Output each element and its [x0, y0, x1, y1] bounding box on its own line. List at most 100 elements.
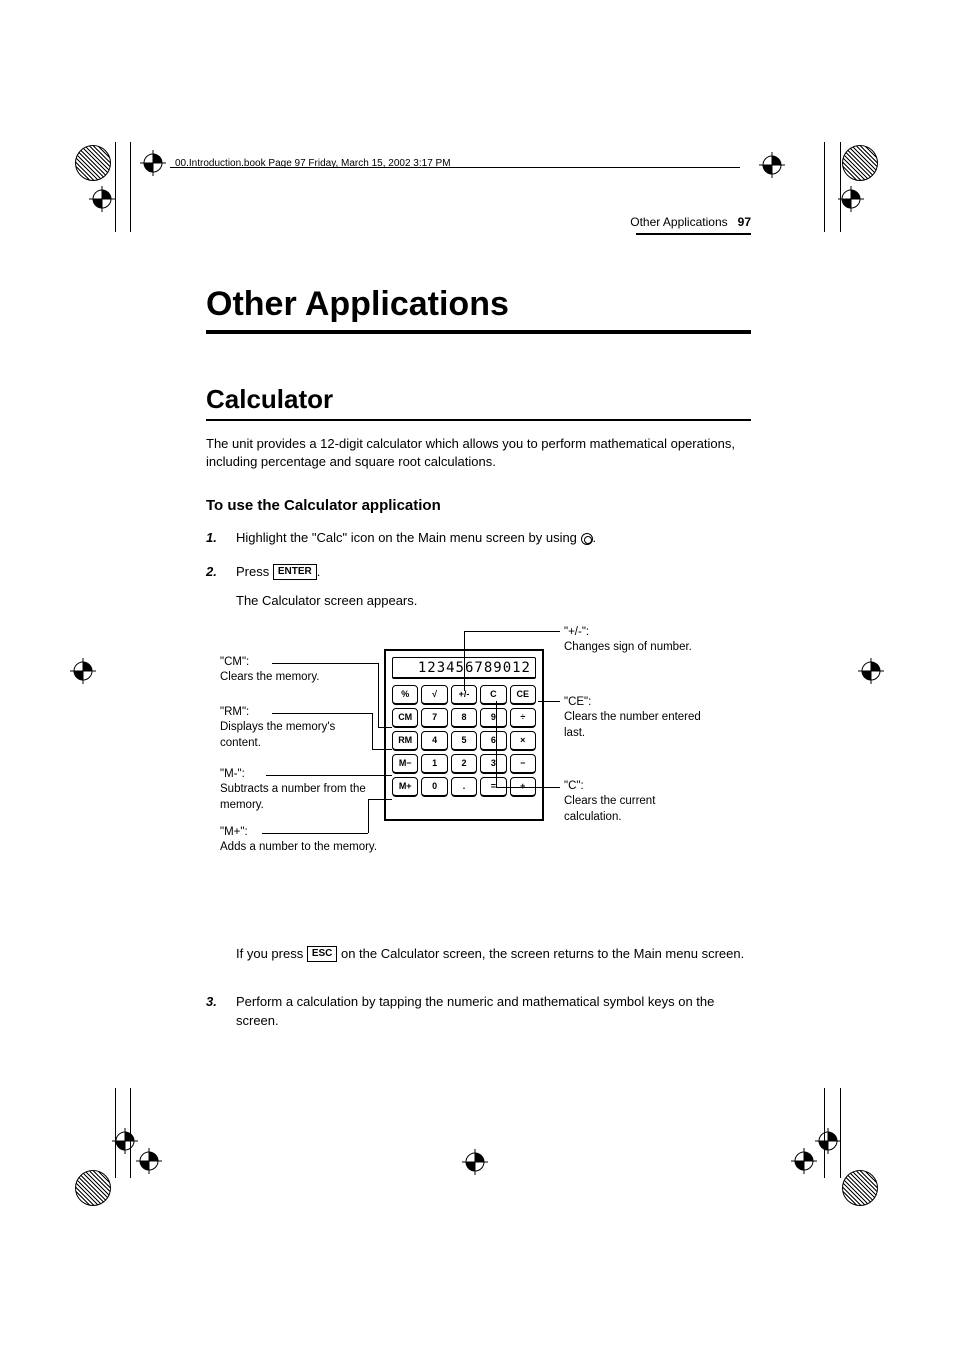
crop-rail: [824, 142, 825, 232]
step-1-text-pre: Highlight the "Calc" icon on the Main me…: [236, 530, 581, 545]
running-head: Other Applications 97: [206, 215, 751, 229]
registration-hatch-icon: [75, 145, 111, 181]
leader-line: [266, 775, 392, 776]
callout-title: "CE":: [564, 695, 714, 711]
callout-desc: Clears the current calculation.: [564, 794, 714, 825]
calc-key: CE: [510, 685, 536, 705]
callout-mplus: "M+": Adds a number to the memory.: [220, 825, 390, 856]
calc-key: 3: [480, 754, 506, 774]
crop-header-text: 00.Introduction.book Page 97 Friday, Mar…: [175, 158, 451, 169]
calc-key: =: [480, 777, 506, 797]
section-title: Calculator: [206, 384, 751, 415]
step-number: 1.: [206, 528, 222, 548]
step-1-text-post: .: [593, 530, 597, 545]
esc-keycap-icon: ESC: [307, 946, 338, 962]
registration-mark-icon: [815, 1128, 841, 1154]
calc-key: ÷: [510, 708, 536, 728]
step-2-text-post: .: [317, 564, 321, 579]
callout-title: "C":: [564, 779, 714, 795]
calc-key: 7: [421, 708, 447, 728]
callout-desc: Clears the number entered last.: [564, 710, 714, 741]
step-2-text-pre: Press: [236, 564, 273, 579]
callout-desc: Displays the memory's content.: [220, 720, 378, 751]
calc-key: C: [480, 685, 506, 705]
callout-desc: Clears the memory.: [220, 670, 378, 686]
step-number: 3.: [206, 992, 222, 1031]
chapter-rule: [206, 330, 751, 334]
calculator-screen: 123456789012 %√+/-CCE CM789÷ RM456× M−123− M…: [384, 649, 544, 821]
calc-key: 8: [451, 708, 477, 728]
leader-line: [262, 833, 368, 834]
running-head-rule: [636, 233, 751, 235]
callout-c: "C": Clears the current calculation.: [564, 779, 714, 826]
calc-key: 0: [421, 777, 447, 797]
running-head-section: Other Applications: [630, 215, 727, 229]
calc-key: M+: [392, 777, 418, 797]
registration-mark-icon: [89, 186, 115, 212]
callout-rm: "RM": Displays the memory's content.: [220, 705, 378, 752]
callout-plusminus: "+/-": Changes sign of number.: [564, 625, 714, 656]
calc-key: −: [510, 754, 536, 774]
calculator-display: 123456789012: [392, 657, 536, 679]
calc-key: 4: [421, 731, 447, 751]
step-body: Press ENTER. The Calculator screen appea…: [236, 562, 751, 611]
registration-mark-icon: [462, 1149, 488, 1175]
calc-key: %: [392, 685, 418, 705]
intro-paragraph: The unit provides a 12-digit calculator …: [206, 435, 751, 471]
esc-note-post: on the Calculator screen, the screen ret…: [337, 946, 744, 961]
esc-note-pre: If you press: [236, 946, 307, 961]
leader-line: [272, 663, 378, 664]
step-number: 2.: [206, 562, 222, 611]
calc-key: M−: [392, 754, 418, 774]
registration-mark-icon: [791, 1148, 817, 1174]
calc-key: CM: [392, 708, 418, 728]
step-body: Highlight the "Calc" icon on the Main me…: [236, 528, 751, 548]
registration-hatch-icon: [75, 1170, 111, 1206]
callout-cm: "CM": Clears the memory.: [220, 655, 378, 686]
calc-key: 9: [480, 708, 506, 728]
step-2: 2. Press ENTER. The Calculator screen ap…: [206, 562, 751, 611]
page-content: Other Applications 97 Other Applications…: [206, 215, 751, 1031]
esc-note: If you press ESC on the Calculator scree…: [236, 945, 751, 964]
step-2-sub: The Calculator screen appears.: [236, 591, 751, 611]
chapter-title: Other Applications: [206, 285, 751, 324]
registration-mark-icon: [136, 1148, 162, 1174]
callout-mminus: "M-": Subtracts a number from the memory…: [220, 767, 378, 814]
callout-title: "+/-":: [564, 625, 714, 641]
callout-desc: Adds a number to the memory.: [220, 840, 390, 856]
enter-keycap-icon: ENTER: [273, 564, 317, 580]
calc-key: ×: [510, 731, 536, 751]
calc-key: 5: [451, 731, 477, 751]
navigation-pad-icon: [581, 533, 593, 545]
page-number: 97: [738, 215, 751, 229]
callout-ce: "CE": Clears the number entered last.: [564, 695, 714, 742]
calc-key: +/-: [451, 685, 477, 705]
calc-key: √: [421, 685, 447, 705]
registration-mark-icon: [140, 150, 166, 176]
calc-key: 2: [451, 754, 477, 774]
leader-line: [464, 631, 560, 632]
leader-line: [272, 713, 372, 714]
leader-line: [368, 799, 369, 833]
crop-rail: [115, 142, 116, 232]
calculator-keypad: %√+/-CCECM789÷RM456×M−123−M+0.=+: [386, 683, 542, 803]
registration-hatch-icon: [842, 145, 878, 181]
registration-mark-icon: [838, 186, 864, 212]
registration-mark-icon: [858, 658, 884, 684]
calculator-diagram: "CM": Clears the memory. "RM": Displays …: [206, 629, 751, 889]
registration-mark-icon: [70, 658, 96, 684]
leader-line: [378, 663, 379, 727]
section-rule: [206, 419, 751, 421]
calc-key: RM: [392, 731, 418, 751]
registration-mark-icon: [759, 152, 785, 178]
crop-rail: [130, 142, 131, 232]
callout-desc: Subtracts a number from the memory.: [220, 782, 378, 813]
step-3: 3. Perform a calculation by tapping the …: [206, 992, 751, 1031]
calc-key: 1: [421, 754, 447, 774]
subsection-title: To use the Calculator application: [206, 497, 751, 514]
leader-line: [372, 713, 373, 749]
calc-key: 6: [480, 731, 506, 751]
registration-hatch-icon: [842, 1170, 878, 1206]
callout-desc: Changes sign of number.: [564, 640, 714, 656]
step-1: 1. Highlight the "Calc" icon on the Main…: [206, 528, 751, 548]
